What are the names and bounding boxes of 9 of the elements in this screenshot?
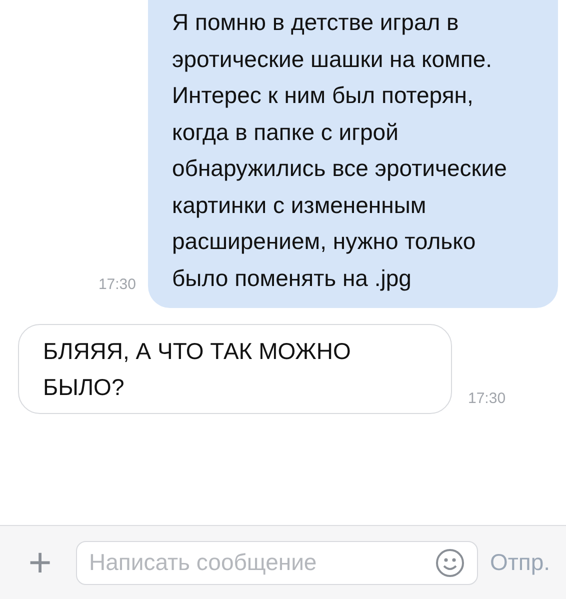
add-button[interactable]: + [16,542,64,582]
message-field[interactable]: Написать сообщение [76,540,478,584]
message-input-field[interactable]: Написать сообщение [89,545,427,580]
incoming-message-bubble: БЛЯЯЯ, А ЧТО ТАК МОЖНО БЫЛО? [18,324,452,414]
send-button[interactable]: Отпр. [490,545,550,580]
message-time: 17:30 [98,274,136,294]
outgoing-message-bubble: Я помню в детстве играл в эротические шашки на компе. Интерес к ним был потерян, когда в папке с игрой обнаружились все эротические картинки с измененным расширением, нужно только было поменять на .jpg [148,0,558,308]
smiley-icon[interactable] [434,548,465,578]
message-time: 17:30 [468,388,506,408]
